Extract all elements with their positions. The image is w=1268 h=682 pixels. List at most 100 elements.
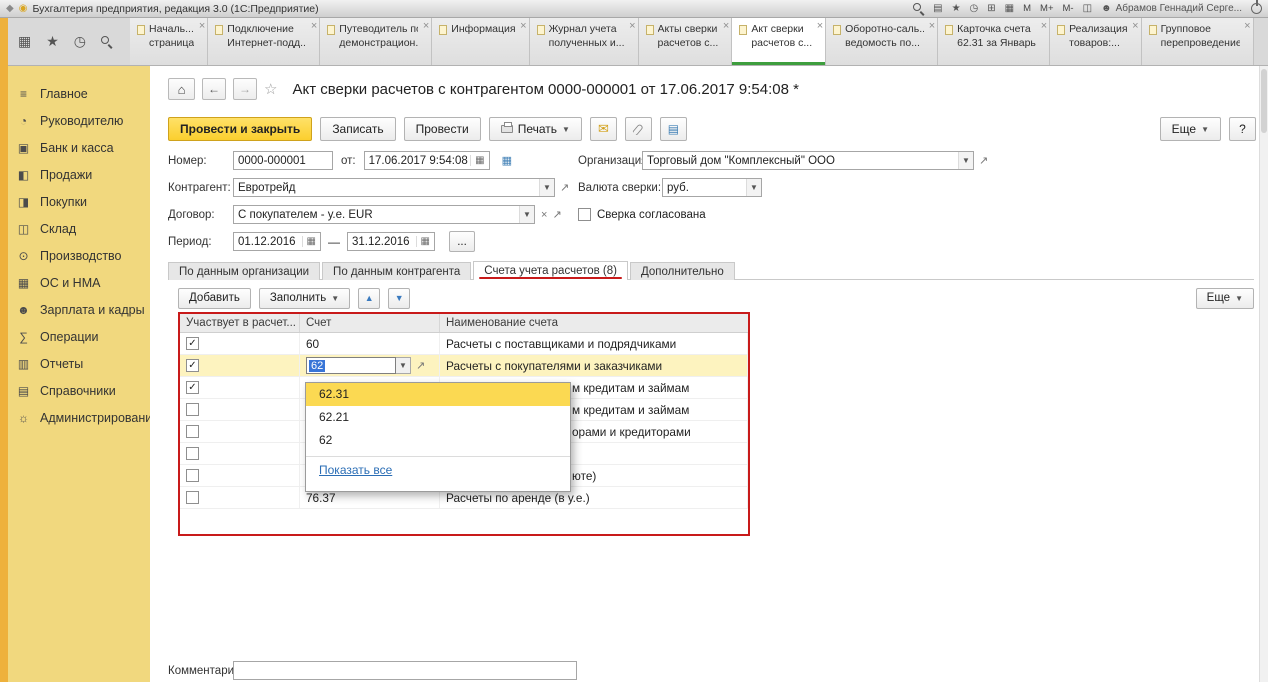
column-header-account[interactable]: Счет	[300, 314, 440, 332]
calendar-icon[interactable]: ▦	[415, 236, 430, 247]
calendar-icon[interactable]: ▦	[1005, 3, 1014, 14]
favorites-star-icon[interactable]: ★	[46, 33, 59, 50]
sidebar-item-manager[interactable]: ◔ Руководителю	[0, 107, 150, 134]
attachments-button[interactable]	[624, 117, 652, 141]
number-input[interactable]: 0000-000001	[233, 151, 333, 170]
section-tab[interactable]: Счета учета расчетов (8)	[473, 261, 628, 280]
participates-checkbox[interactable]: ✓	[186, 381, 199, 394]
dropdown-arrow-icon[interactable]: ▼	[396, 357, 411, 374]
app-tab[interactable]: Акт сверки расчетов с... ×	[732, 18, 827, 65]
clipboard-icon[interactable]: ▤	[933, 3, 942, 14]
sidebar-item-sales[interactable]: ◧ Продажи	[0, 161, 150, 188]
app-tab[interactable]: Карточка счета 62.31 за Январь... ×	[938, 18, 1051, 65]
tab-close-icon[interactable]: ×	[929, 19, 935, 33]
open-icon[interactable]: ↗	[979, 154, 988, 167]
participates-checkbox[interactable]: ✓	[186, 337, 199, 350]
app-tab[interactable]: Реализация товаров:... ×	[1050, 18, 1142, 65]
show-all-link[interactable]: Показать все	[306, 457, 570, 477]
calculator-icon[interactable]: ⊞	[987, 3, 995, 14]
app-tab[interactable]: Журнал учета полученных и... ×	[529, 18, 639, 65]
section-tab[interactable]: По данным организации	[168, 262, 321, 280]
date-input[interactable]: 17.06.2017 9:54:08 ▦	[363, 151, 490, 170]
sidebar-item-operations[interactable]: ∑ Операции	[0, 323, 150, 350]
app-tab[interactable]: Оборотно-саль... ведомость по... ×	[826, 18, 939, 65]
back-button[interactable]: ←	[202, 78, 226, 100]
tab-close-icon[interactable]: ×	[520, 19, 526, 33]
more-button[interactable]: Еще ▼	[1159, 117, 1221, 141]
account-edit-field[interactable]: 62	[306, 357, 396, 374]
app-tab[interactable]: Началь... страница ×	[130, 18, 209, 65]
memory-mplus-button[interactable]: M+	[1040, 3, 1053, 14]
app-tab[interactable]: Групповое перепроведение: ×	[1141, 18, 1254, 65]
app-tab[interactable]: Акты сверки расчетов с... ×	[638, 18, 733, 65]
move-down-button[interactable]: ▼	[388, 287, 411, 309]
section-tab[interactable]: По данным контрагента	[322, 262, 472, 280]
participates-checkbox[interactable]	[186, 447, 199, 460]
save-button[interactable]: Записать	[320, 117, 396, 141]
sidebar-item-reports[interactable]: ▥ Отчеты	[0, 350, 150, 377]
user-menu[interactable]: ☻ Абрамов Геннадий Серге...	[1101, 3, 1242, 14]
post-and-close-button[interactable]: Провести и закрыть	[168, 117, 313, 141]
memory-mminus-button[interactable]: M-	[1063, 3, 1074, 14]
dropdown-arrow-icon[interactable]: ▼	[519, 206, 534, 223]
search-icon[interactable]	[913, 3, 924, 14]
favorites-icon[interactable]: ★	[952, 3, 961, 14]
sidebar-item-purchases[interactable]: ◨ Покупки	[0, 188, 150, 215]
print-button[interactable]: Печать ▼	[488, 117, 582, 141]
power-icon[interactable]	[1251, 3, 1262, 14]
participates-checkbox[interactable]: ✓	[186, 359, 199, 372]
column-header-name[interactable]: Наименование счета	[440, 314, 748, 332]
calendar-icon[interactable]: ▦	[301, 236, 316, 247]
open-icon[interactable]: ↗	[552, 208, 561, 221]
app-tab[interactable]: Информация ×	[432, 18, 530, 65]
sidebar-item-catalogs[interactable]: ▤ Справочники	[0, 377, 150, 404]
move-up-button[interactable]: ▲	[358, 287, 381, 309]
global-search-icon[interactable]	[101, 34, 112, 50]
related-reports-button[interactable]: ▤	[659, 117, 687, 141]
period-options-button[interactable]: ...	[449, 231, 475, 252]
document-structure-icon[interactable]: ▦	[502, 154, 512, 167]
email-button[interactable]: ✉	[589, 117, 617, 141]
vertical-scrollbar[interactable]	[1259, 66, 1268, 682]
tab-close-icon[interactable]: ×	[1244, 19, 1250, 33]
currency-combobox[interactable]: руб. ▼	[662, 178, 762, 197]
favorite-star-icon[interactable]: ☆	[264, 80, 277, 98]
main-menu-icon[interactable]: ▦	[18, 33, 31, 50]
tab-close-icon[interactable]: ×	[817, 19, 823, 33]
open-icon[interactable]: ↗	[560, 181, 569, 194]
post-button[interactable]: Провести	[403, 117, 481, 141]
dropdown-item[interactable]: 62.31	[306, 383, 570, 406]
participates-checkbox[interactable]	[186, 425, 199, 438]
help-button[interactable]: ?	[1229, 117, 1256, 141]
column-header-participates[interactable]: Участвует в расчет...	[180, 314, 300, 332]
reconciliation-agreed-checkbox[interactable]	[578, 208, 591, 221]
tab-close-icon[interactable]: ×	[423, 19, 429, 33]
calendar-icon[interactable]: ▦	[470, 155, 485, 166]
participates-checkbox[interactable]	[186, 469, 199, 482]
table-row[interactable]: ✓ 60 Расчеты с поставщиками и подрядчиками	[180, 333, 748, 355]
dropdown-arrow-icon[interactable]: ▼	[958, 152, 973, 169]
tab-close-icon[interactable]: ×	[1041, 19, 1047, 33]
sidebar-item-production[interactable]: ⊙ Производство	[0, 242, 150, 269]
home-button[interactable]: ⌂	[168, 78, 195, 100]
sidebar-item-payroll[interactable]: ☻ Зарплата и кадры	[0, 296, 150, 323]
period-from-input[interactable]: 01.12.2016 ▦	[233, 232, 321, 251]
section-tab[interactable]: Дополнительно	[629, 262, 735, 280]
tab-close-icon[interactable]: ×	[199, 19, 205, 33]
list-more-button[interactable]: Еще ▼	[1195, 287, 1254, 309]
sidebar-item-administration[interactable]: ☼ Администрирование	[0, 404, 159, 431]
add-row-button[interactable]: Добавить	[178, 287, 251, 309]
sidebar-item-main[interactable]: ≡ Главное	[0, 80, 150, 107]
tab-close-icon[interactable]: ×	[1132, 19, 1138, 33]
dropdown-arrow-icon[interactable]: ▼	[746, 179, 761, 196]
participates-checkbox[interactable]	[186, 403, 199, 416]
sidebar-item-bank-cash[interactable]: ▣ Банк и касса	[0, 134, 150, 161]
counterparty-combobox[interactable]: Евротрейд ▼	[233, 178, 555, 197]
history-clock-icon[interactable]: ◷	[74, 33, 86, 50]
dropdown-item[interactable]: 62	[306, 429, 570, 452]
tab-close-icon[interactable]: ×	[629, 19, 635, 33]
tab-close-icon[interactable]: ×	[311, 19, 317, 33]
open-icon[interactable]: ↗	[416, 359, 425, 372]
comment-input[interactable]	[233, 661, 577, 680]
dropdown-arrow-icon[interactable]: ▼	[539, 179, 554, 196]
